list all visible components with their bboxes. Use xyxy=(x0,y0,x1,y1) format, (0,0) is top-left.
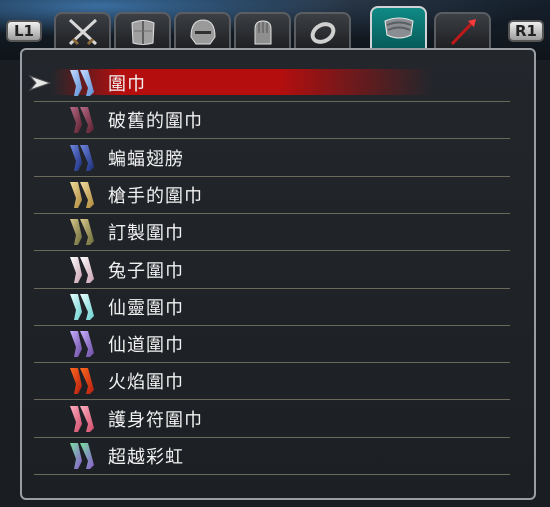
scarf-icon xyxy=(70,70,94,96)
crossed-swords-icon xyxy=(68,18,97,45)
tab-scarves[interactable] xyxy=(370,6,427,49)
scarf-icon xyxy=(383,17,414,38)
list-item[interactable]: 火焰圍巾 xyxy=(34,363,510,401)
item-label: 訂製圍巾 xyxy=(108,223,184,245)
item-label: 槍手的圍巾 xyxy=(108,185,203,207)
l1-button[interactable]: L1 xyxy=(6,20,42,42)
helmet-icon xyxy=(189,18,216,44)
item-label: 仙靈圍巾 xyxy=(108,297,184,319)
tab-weapons[interactable] xyxy=(54,12,111,49)
item-label: 圍巾 xyxy=(108,74,146,95)
fairy-scarf-icon xyxy=(70,293,94,320)
item-label: 破舊的圍巾 xyxy=(108,111,203,133)
chest-armor-icon xyxy=(130,19,155,45)
item-label: 蝙蝠翅膀 xyxy=(108,148,184,170)
gauntlet-icon xyxy=(254,19,271,44)
item-label: 護身符圍巾 xyxy=(108,409,203,431)
selection-cursor-icon xyxy=(28,74,52,92)
list-item[interactable]: 圍巾 xyxy=(28,65,510,102)
list-item[interactable]: 仙道圍巾 xyxy=(34,326,510,364)
tab-gauntlets[interactable] xyxy=(234,12,291,49)
tab-rings[interactable] xyxy=(294,12,351,49)
list-item[interactable]: 仙靈圍巾 xyxy=(34,289,510,326)
list-item[interactable]: 兔子圍巾 xyxy=(34,252,510,289)
bat-wings-icon xyxy=(70,144,94,171)
talisman-scarf-icon xyxy=(70,405,94,432)
tab-helmets[interactable] xyxy=(174,12,231,49)
scarf-icon xyxy=(70,107,94,134)
r1-button[interactable]: R1 xyxy=(508,20,544,42)
scarf-icon xyxy=(70,331,94,358)
item-label: 火焰圍巾 xyxy=(108,372,184,394)
list-item[interactable]: 護身符圍巾 xyxy=(34,401,510,438)
scarf-icon xyxy=(70,256,94,283)
item-label: 仙道圍巾 xyxy=(108,335,184,357)
rainbow-scarf-icon xyxy=(70,443,94,469)
list-item[interactable]: 蝙蝠翅膀 xyxy=(34,140,510,177)
tab-armor[interactable] xyxy=(114,12,171,49)
scarf-icon xyxy=(70,219,94,246)
ring-icon xyxy=(310,21,335,44)
flame-scarf-icon xyxy=(70,368,94,395)
item-label: 超越彩虹 xyxy=(108,447,184,468)
crystal-wand-icon xyxy=(450,18,476,45)
scarf-icon xyxy=(70,181,94,208)
list-item[interactable]: 超越彩虹 xyxy=(34,438,510,475)
item-label: 兔子圍巾 xyxy=(108,260,184,282)
list-item[interactable]: 槍手的圍巾 xyxy=(34,177,510,214)
list-item[interactable]: 破舊的圍巾 xyxy=(34,102,510,140)
list-item[interactable]: 訂製圍巾 xyxy=(34,214,510,252)
tab-accessories[interactable] xyxy=(434,12,491,49)
